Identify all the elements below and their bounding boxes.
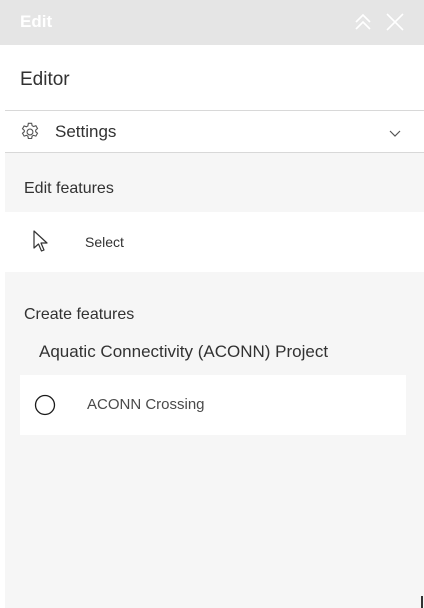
settings-toggle[interactable]: Settings xyxy=(5,111,424,153)
cursor-arrow-icon xyxy=(33,230,48,252)
resize-handle[interactable] xyxy=(421,596,423,608)
gear-icon xyxy=(21,122,39,140)
panel-title: Edit xyxy=(20,12,53,31)
collapse-button[interactable] xyxy=(351,10,375,34)
circle-point-icon xyxy=(34,394,56,416)
close-button[interactable] xyxy=(383,10,407,34)
close-icon xyxy=(386,13,404,31)
edit-features-heading: Edit features xyxy=(24,180,114,197)
settings-label: Settings xyxy=(55,122,117,141)
template-label: ACONN Crossing xyxy=(87,396,205,413)
select-label: Select xyxy=(85,234,124,250)
editor-header: Editor xyxy=(5,45,424,111)
double-chevron-up-icon xyxy=(355,13,371,30)
select-tool-button[interactable]: Select xyxy=(5,212,424,272)
editor-panel: Edit Editor Settings Edit features Selec… xyxy=(0,0,424,608)
editor-heading: Editor xyxy=(20,69,70,90)
chevron-down-icon xyxy=(389,130,401,137)
template-item[interactable]: ACONN Crossing xyxy=(20,375,406,435)
create-features-heading: Create features xyxy=(24,306,135,323)
editor-content: Edit features Select Create features Aqu… xyxy=(5,153,424,608)
panel-titlebar: Edit xyxy=(0,0,424,45)
layer-name: Aquatic Connectivity (ACONN) Project xyxy=(39,342,329,361)
